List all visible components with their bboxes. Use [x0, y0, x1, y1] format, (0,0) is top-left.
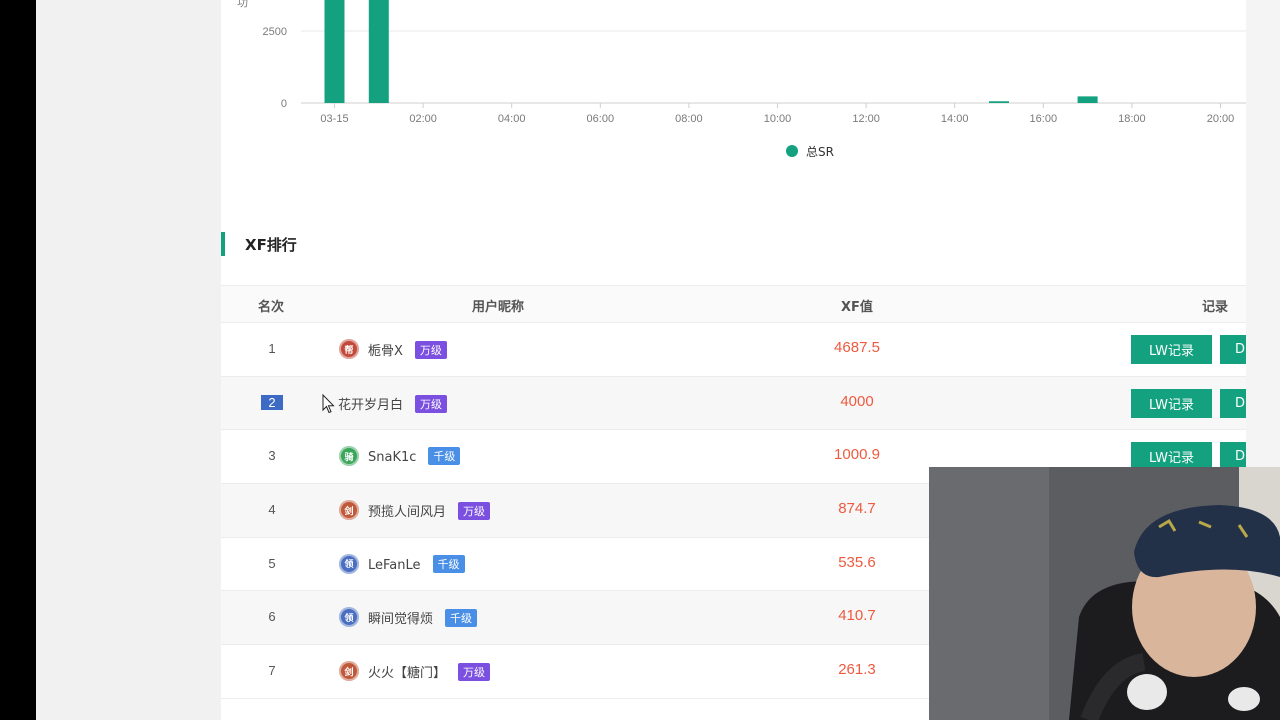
- xf-value: 4000: [840, 392, 874, 410]
- nickname-text: 花开岁月白: [338, 397, 404, 413]
- nickname-text: 火火【糖门】: [368, 666, 447, 682]
- header-nickname: 用户昵称: [472, 300, 525, 315]
- d-record-button[interactable]: D: [1220, 388, 1246, 418]
- sr-bar-chart: 2500 0 功 03-15 02:00 04:00 06:00 08:00 10:00 12:0…: [237, 0, 1246, 159]
- x-tick-label: 18:00: [1118, 113, 1146, 125]
- x-tick-label: 12:00: [852, 113, 880, 125]
- rank-number: 1: [268, 341, 276, 356]
- user-nickname[interactable]: 瞬间觉得烦 千级: [368, 608, 478, 628]
- level-tag: 千级: [428, 447, 461, 466]
- fan-badge-icon: 领: [339, 553, 359, 574]
- fan-badge-icon: 剑: [339, 661, 359, 682]
- fan-badge-icon: 帮: [339, 339, 359, 359]
- level-tag: 万级: [458, 663, 491, 682]
- user-nickname[interactable]: 花开岁月白 万级: [338, 394, 448, 413]
- user-nickname[interactable]: 预揽人间风月 万级: [368, 501, 491, 521]
- header-record: 记录: [1202, 300, 1229, 315]
- left-sidebar-panel: [36, 0, 221, 720]
- y-tick-label: 0: [281, 98, 287, 110]
- mouse-cursor-icon: [322, 394, 335, 414]
- level-tag: 千级: [432, 554, 465, 573]
- fan-badge-icon: 领: [339, 607, 359, 628]
- level-tag: 千级: [445, 609, 478, 628]
- legend-label: 总SR: [806, 145, 834, 159]
- user-nickname[interactable]: LeFanLe 千级: [368, 554, 465, 573]
- user-nickname[interactable]: 火火【糖门】 万级: [368, 662, 491, 682]
- chart-bar[interactable]: [324, 0, 345, 104]
- x-tick-label: 03-15: [320, 113, 348, 125]
- chart-legend[interactable]: 总SR: [786, 145, 834, 159]
- section-title: XF排行: [245, 235, 297, 254]
- x-tick-label: 04:00: [498, 113, 526, 125]
- y-axis-label: 功: [237, 0, 248, 9]
- table-row: 1 帮栀骨X 万级 4687.5 LW记录 D: [221, 323, 1246, 377]
- rank-number: 3: [268, 448, 276, 464]
- x-tick-label: 02:00: [409, 113, 437, 125]
- table-row: 2 花开岁月白 万级 4000 LW记录 D: [221, 376, 1246, 431]
- rank-number: 5: [268, 555, 276, 571]
- rank-number: 6: [268, 609, 276, 625]
- section-header: XF排行: [221, 232, 297, 256]
- x-tick-label: 14:00: [941, 113, 969, 125]
- fan-badge-icon: 剑: [339, 500, 359, 521]
- d-record-button[interactable]: D: [1220, 335, 1246, 364]
- section-accent-bar: [221, 232, 225, 256]
- webcam-overlay: [929, 467, 1280, 720]
- user-nickname[interactable]: SnaK1c 千级: [368, 447, 461, 466]
- xf-value: 4687.5: [834, 339, 880, 356]
- table-header: 名次 用户昵称 XF值 记录: [221, 285, 1246, 323]
- x-tick-label: 10:00: [764, 113, 792, 125]
- level-tag: 万级: [414, 341, 447, 359]
- header-xf: XF值: [841, 300, 873, 315]
- rank-number: 7: [268, 663, 276, 679]
- nickname-text: 瞬间觉得烦: [368, 612, 434, 628]
- level-tag: 万级: [415, 394, 448, 413]
- xf-value: 874.7: [838, 500, 876, 518]
- x-tick-label: 20:00: [1207, 113, 1235, 125]
- xf-value: 1000.9: [834, 446, 880, 464]
- fan-badge-icon: 骑: [339, 446, 359, 467]
- left-black-gutter: [0, 0, 36, 720]
- rank-number: 2: [261, 394, 283, 410]
- lw-record-button[interactable]: LW记录: [1131, 335, 1212, 364]
- nickname-text: LeFanLe: [368, 557, 421, 573]
- level-tag: 万级: [458, 502, 491, 521]
- webcam-video-icon: [929, 467, 1280, 720]
- xf-value: 410.7: [838, 607, 876, 625]
- chart-bar[interactable]: [1077, 96, 1098, 103]
- chart-bar[interactable]: [368, 0, 389, 104]
- nickname-text: SnaK1c: [368, 450, 417, 466]
- rank-number: 4: [268, 502, 276, 518]
- x-tick-label: 08:00: [675, 113, 703, 125]
- nickname-text: 栀骨X: [368, 344, 403, 359]
- chart-bar[interactable]: [989, 101, 1009, 103]
- lw-record-button[interactable]: LW记录: [1131, 388, 1212, 418]
- xf-value: 261.3: [838, 661, 876, 679]
- x-tick-label: 06:00: [587, 113, 615, 125]
- nickname-text: 预揽人间风月: [368, 505, 447, 521]
- y-tick-label: 2500: [263, 26, 287, 38]
- user-nickname[interactable]: 栀骨X 万级: [368, 340, 447, 359]
- x-tick-label: 16:00: [1030, 113, 1058, 125]
- legend-marker: [786, 145, 798, 157]
- xf-value: 535.6: [838, 553, 876, 571]
- header-rank: 名次: [258, 300, 285, 315]
